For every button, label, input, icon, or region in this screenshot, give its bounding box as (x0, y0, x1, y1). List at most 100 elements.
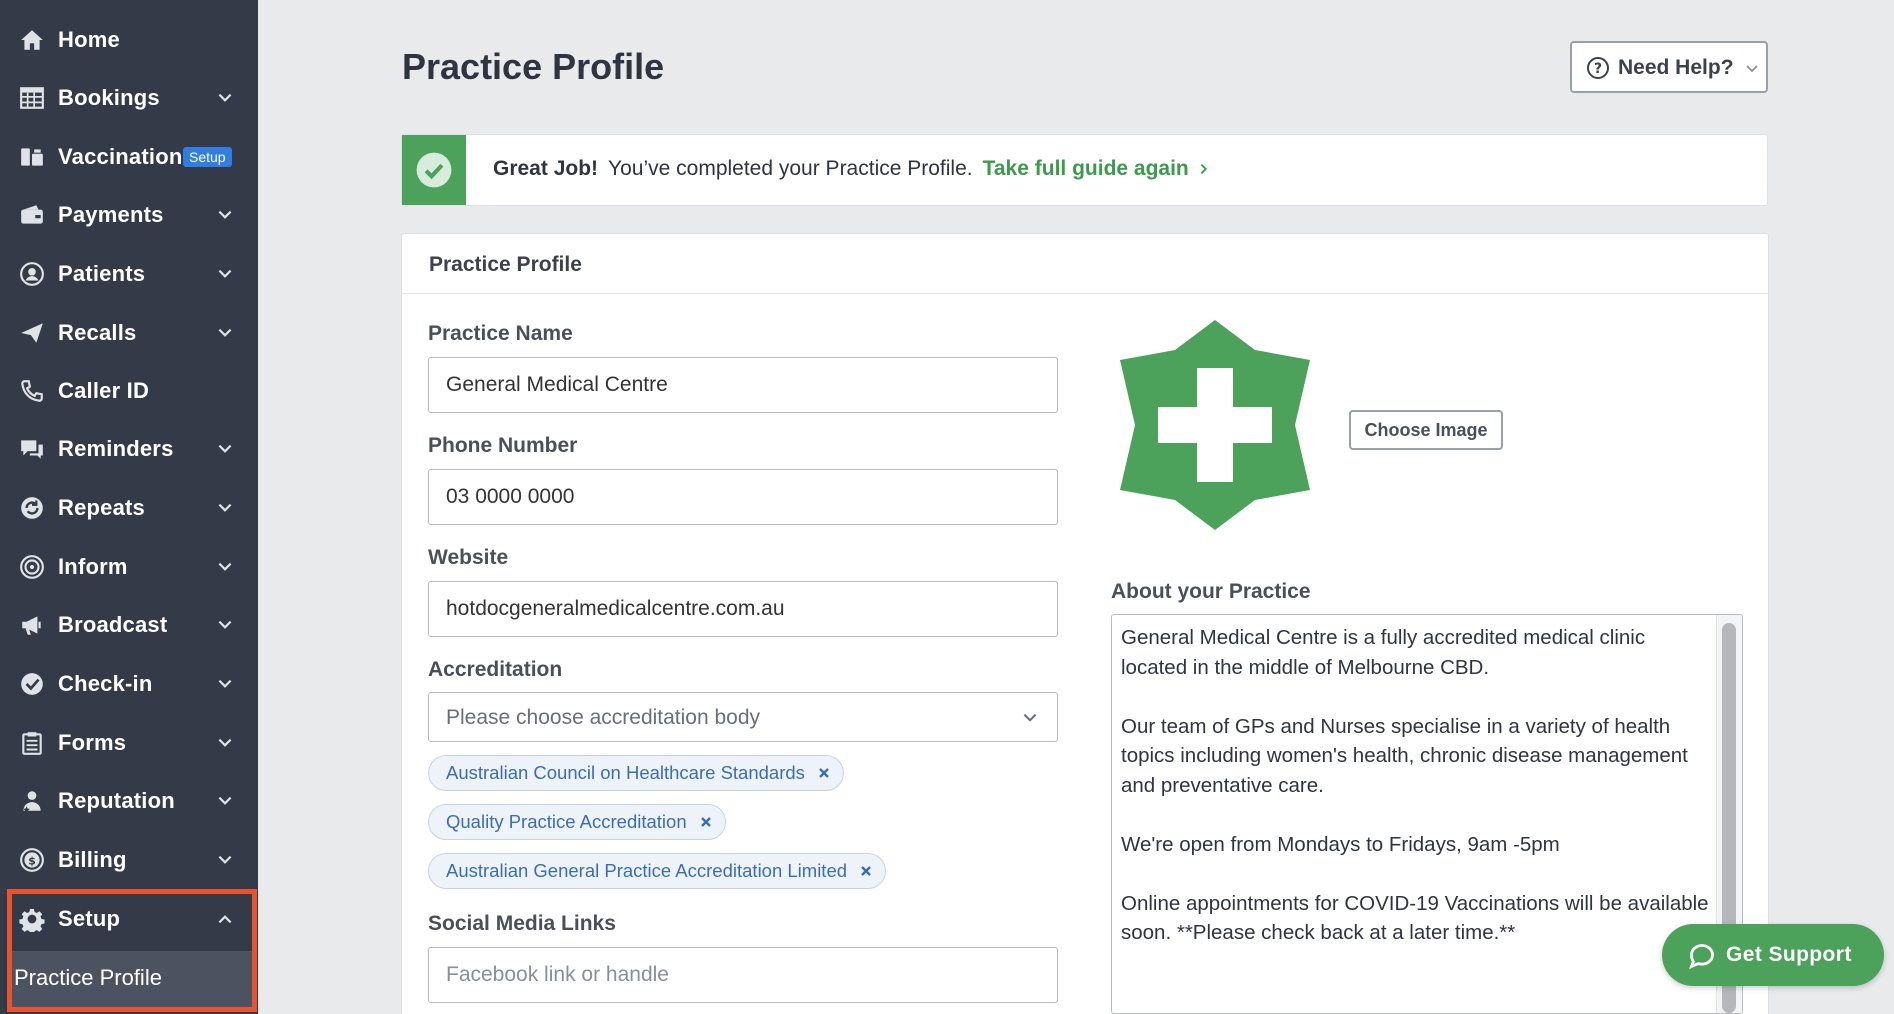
wallet-icon (18, 201, 46, 229)
chevron-down-icon (1023, 713, 1037, 722)
question-circle-icon: ? (1587, 57, 1609, 79)
practice-name-label: Practice Name (428, 322, 573, 345)
sidebar-item-label: Recalls (58, 320, 137, 345)
sidebar-subitem-label: Practice Profile (14, 965, 162, 990)
svg-text:$: $ (28, 854, 36, 867)
check-badge-icon (18, 670, 46, 698)
sidebar-item-vaccinations[interactable]: Vaccinations Setup (0, 128, 258, 186)
remove-tag-icon[interactable] (699, 815, 713, 829)
setup-badge: Setup (183, 147, 232, 167)
chevron-down-icon (218, 796, 232, 805)
dollar-coin-icon: $ (18, 846, 46, 874)
megaphone-icon (18, 611, 46, 639)
sidebar-item-payments[interactable]: Payments (0, 186, 258, 244)
social-media-label: Social Media Links (428, 912, 616, 935)
chevron-down-icon (218, 210, 232, 219)
sidebar-item-broadcast[interactable]: Broadcast (0, 596, 258, 654)
accreditation-tag-label: Australian Council on Healthcare Standar… (446, 762, 805, 783)
svg-text:?: ? (1594, 61, 1602, 77)
phone-icon (18, 377, 46, 405)
sidebar-item-label: Setup (58, 906, 121, 931)
banner-body-text: You’ve completed your Practice Profile. (608, 157, 973, 180)
chevron-down-icon (218, 738, 232, 747)
practice-name-input[interactable] (428, 357, 1058, 413)
sidebar-item-check-in[interactable]: Check-in (0, 655, 258, 713)
get-support-label: Get Support (1726, 943, 1852, 966)
clipboard-icon (18, 729, 46, 757)
accreditation-select[interactable]: Please choose accreditation body (428, 692, 1058, 742)
get-support-button[interactable]: Get Support (1662, 924, 1884, 986)
sidebar-item-reputation[interactable]: Reputation (0, 772, 258, 830)
gear-icon (18, 905, 46, 933)
card-header: Practice Profile (402, 234, 1768, 294)
card-title: Practice Profile (429, 253, 582, 276)
about-practice-label: About your Practice (1111, 580, 1311, 603)
sidebar-item-billing[interactable]: $ Billing (0, 831, 258, 889)
about-practice-textarea[interactable]: General Medical Centre is a fully accred… (1111, 614, 1743, 1014)
need-help-button[interactable]: ? Need Help? (1570, 41, 1768, 93)
banner-strong-text: Great Job! (493, 157, 599, 180)
chevron-down-icon (218, 269, 232, 278)
chat-bubble-icon (1689, 944, 1714, 970)
accreditation-tag: Australian General Practice Accreditatio… (428, 853, 887, 889)
sidebar-item-bookings[interactable]: Bookings (0, 69, 258, 127)
practice-logo-medical-cross-icon (1120, 320, 1310, 530)
chevron-down-icon (218, 562, 232, 571)
chevron-down-icon (1746, 65, 1758, 73)
sidebar-item-home[interactable]: Home (0, 11, 258, 69)
sidebar: Home Bookings Vaccinations Setup Payment… (0, 0, 258, 1014)
sidebar-item-repeats[interactable]: Repeats (0, 479, 258, 537)
sidebar-item-patients[interactable]: Patients (0, 245, 258, 303)
phone-number-input[interactable] (428, 469, 1058, 525)
take-guide-link[interactable]: Take full guide again (983, 157, 1189, 180)
chevron-down-icon (218, 620, 232, 629)
choose-image-button[interactable]: Choose Image (1349, 410, 1503, 450)
sidebar-item-label: Vaccinations (58, 144, 195, 169)
sidebar-subitem-practice-profile[interactable]: Practice Profile (12, 951, 252, 1007)
target-icon (18, 553, 46, 581)
sidebar-item-inform[interactable]: Inform (0, 538, 258, 596)
website-label: Website (428, 546, 509, 569)
vaccine-icon (18, 143, 46, 171)
accreditation-placeholder: Please choose accreditation body (446, 706, 761, 729)
sidebar-item-setup[interactable]: Setup (0, 890, 258, 948)
sidebar-item-label: Bookings (58, 85, 160, 110)
sidebar-item-label: Billing (58, 847, 127, 872)
home-icon (18, 26, 46, 54)
chevron-down-icon (218, 444, 232, 453)
website-input[interactable] (428, 581, 1058, 637)
social-media-input[interactable] (428, 947, 1058, 1003)
sidebar-item-label: Reputation (58, 788, 175, 813)
need-help-label: Need Help? (1618, 56, 1734, 79)
chevron-down-icon (218, 503, 232, 512)
accreditation-tag: Australian Council on Healthcare Standar… (428, 755, 844, 791)
sidebar-item-label: Home (58, 27, 120, 52)
accreditation-tag-label: Quality Practice Accreditation (446, 811, 687, 832)
sidebar-item-forms[interactable]: Forms (0, 714, 258, 772)
paper-plane-icon (18, 319, 46, 347)
accreditation-tag-label: Australian General Practice Accreditatio… (446, 860, 848, 881)
banner-message: Great Job! You’ve completed your Practice… (493, 157, 1211, 181)
sidebar-item-label: Check-in (58, 671, 153, 696)
sidebar-item-label: Repeats (58, 495, 145, 520)
sidebar-item-label: Payments (58, 202, 164, 227)
chevron-up-icon (218, 915, 232, 924)
chevron-down-icon (218, 679, 232, 688)
chevron-down-icon (218, 328, 232, 337)
accreditation-label: Accreditation (428, 658, 563, 681)
remove-tag-icon[interactable] (817, 766, 831, 780)
chevron-down-icon (218, 855, 232, 864)
remove-tag-icon[interactable] (859, 864, 873, 878)
sidebar-item-reminders[interactable]: Reminders (0, 420, 258, 478)
sidebar-item-label: Caller ID (58, 378, 150, 403)
chevron-down-icon (218, 93, 232, 102)
sidebar-item-caller-id[interactable]: Caller ID (0, 362, 258, 420)
user-circle-icon (18, 260, 46, 288)
sidebar-item-label: Forms (58, 730, 127, 755)
page-title: Practice Profile (402, 46, 665, 87)
sidebar-item-label: Reminders (58, 436, 174, 461)
sidebar-item-label: Inform (58, 554, 128, 579)
completion-banner: Great Job! You’ve completed your Practice… (401, 134, 1768, 206)
check-circle-icon (402, 135, 466, 205)
sidebar-item-recalls[interactable]: Recalls (0, 304, 258, 362)
